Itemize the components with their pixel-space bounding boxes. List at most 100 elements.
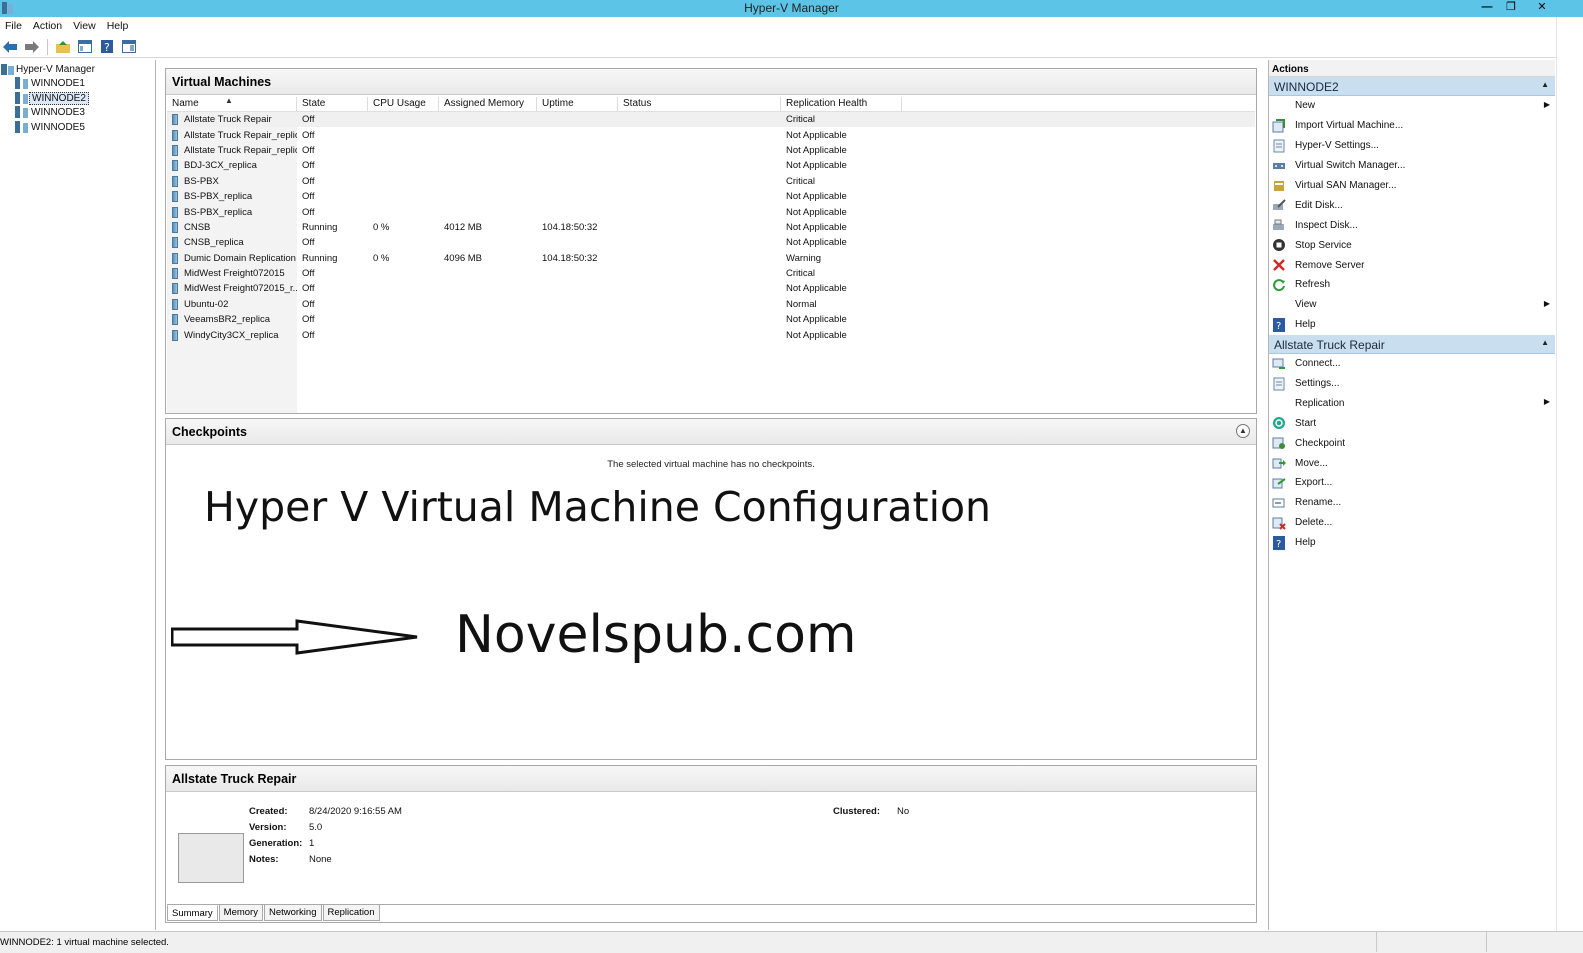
vm-action-delete[interactable]: Delete...: [1269, 513, 1555, 533]
tab-networking[interactable]: Networking: [263, 905, 322, 921]
vm-thumbnail[interactable]: [178, 833, 244, 883]
vm-name-cell: Dumic Domain Replication: [167, 252, 297, 264]
host-section-title: WINNODE2: [1274, 80, 1339, 94]
tree-node-winnode3[interactable]: WINNODE3: [15, 105, 87, 119]
vm-state-cell: Running: [302, 221, 338, 233]
tab-replication[interactable]: Replication: [322, 905, 380, 921]
vm-row[interactable]: Dumic Domain Replication Running 0 % 4096 M…: [167, 251, 1255, 266]
vm-replication-cell: Not Applicable: [786, 160, 847, 172]
restore-button[interactable]: ❐: [1499, 0, 1523, 16]
host-action-stop-service[interactable]: Stop Service: [1269, 235, 1555, 255]
vm-row[interactable]: CNSB_replica Off Not Applicable: [167, 235, 1255, 250]
column-header-status[interactable]: Status: [618, 97, 781, 111]
virtual-machine-icon: [172, 268, 178, 280]
host-action-refresh[interactable]: Refresh: [1269, 275, 1555, 295]
column-header-cpu-usage[interactable]: CPU Usage: [368, 97, 439, 111]
column-header-state[interactable]: State: [297, 97, 368, 111]
vm-replication-cell: Critical: [786, 114, 816, 126]
menu-action[interactable]: Action: [28, 17, 68, 36]
vm-row[interactable]: Allstate Truck Repair_replica Off Not Appl…: [167, 143, 1255, 158]
vm-state-cell: Off: [302, 114, 315, 126]
vm-action-start[interactable]: Start: [1269, 413, 1555, 433]
collapse-checkpoints-button[interactable]: ▲: [1236, 424, 1250, 438]
show-hide-action-pane-button[interactable]: [120, 38, 138, 55]
host-action-edit-disk[interactable]: Edit Disk...: [1269, 195, 1555, 215]
window-title: Hyper-V Manager: [744, 1, 839, 15]
host-action-virtual-switch-manager[interactable]: Virtual Switch Manager...: [1269, 156, 1555, 176]
column-header-replication-health[interactable]: Replication Health: [781, 97, 902, 111]
actions-section-vm[interactable]: Allstate Truck Repair ▲: [1269, 334, 1555, 354]
vm-row[interactable]: BS-PBX_replica Off Not Applicable: [167, 189, 1255, 204]
column-header-name[interactable]: Name ▲: [167, 96, 297, 111]
menu-file[interactable]: File: [0, 17, 28, 36]
version-label: Version:: [249, 822, 287, 833]
created-label: Created:: [249, 806, 288, 817]
vm-row[interactable]: Ubuntu-02 Off Normal: [167, 297, 1255, 312]
checkpoint-icon: [1272, 436, 1286, 450]
minimize-button[interactable]: —: [1475, 0, 1499, 16]
vm-row[interactable]: BS-PBX_replica Off Not Applicable: [167, 204, 1255, 219]
actions-section-host[interactable]: WINNODE2 ▲: [1269, 77, 1555, 96]
vm-action-settings[interactable]: Settings...: [1269, 374, 1555, 394]
action-label: Export...: [1295, 477, 1333, 489]
generation-value: 1: [309, 838, 315, 849]
tree-root-label: Hyper-V Manager: [16, 63, 95, 75]
tree-node-winnode1[interactable]: WINNODE1: [15, 76, 87, 90]
action-label: Import Virtual Machine...: [1295, 120, 1404, 132]
tab-memory[interactable]: Memory: [218, 905, 263, 921]
menu-help[interactable]: Help: [102, 17, 135, 36]
tab-summary[interactable]: Summary: [167, 905, 218, 921]
vm-row[interactable]: MidWest Freight072015_r... Off Not Applica…: [167, 281, 1255, 296]
host-action-hyper-v-settings[interactable]: Hyper-V Settings...: [1269, 136, 1555, 156]
host-action-view[interactable]: View ▶: [1269, 295, 1555, 315]
vm-action-help[interactable]: ? Help: [1269, 533, 1555, 553]
action-label: Move...: [1295, 457, 1328, 469]
collapse-up-icon: ▲: [1541, 80, 1549, 89]
help-toolbar-button[interactable]: ?: [98, 38, 116, 55]
close-button[interactable]: ✕: [1523, 0, 1561, 16]
vm-action-rename[interactable]: Rename...: [1269, 493, 1555, 513]
vm-action-export[interactable]: Export...: [1269, 473, 1555, 493]
tree-node-winnode5[interactable]: WINNODE5: [15, 120, 87, 134]
clustered-label: Clustered:: [833, 806, 880, 817]
status-text: WINNODE2: 1 virtual machine selected.: [0, 937, 169, 948]
host-action-inspect-disk[interactable]: Inspect Disk...: [1269, 215, 1555, 235]
tree-root-hyper-v-manager[interactable]: Hyper-V Manager: [1, 62, 97, 76]
column-header-assigned-memory[interactable]: Assigned Memory: [439, 97, 537, 111]
vm-table-header: Name ▲ State CPU Usage Assigned Memory Up…: [167, 96, 1255, 112]
menu-view[interactable]: View: [68, 17, 102, 36]
back-button[interactable]: [1, 38, 19, 55]
vm-action-replication[interactable]: Replication ▶: [1269, 393, 1555, 413]
up-folder-button[interactable]: [54, 38, 72, 55]
vm-action-checkpoint[interactable]: Checkpoint: [1269, 433, 1555, 453]
virtual-machine-icon: [172, 329, 178, 341]
forward-button[interactable]: [23, 38, 41, 55]
vm-name-cell: WindyCity3CX_replica: [167, 329, 297, 341]
vm-row[interactable]: WindyCity3CX_replica Off Not Applicable: [167, 327, 1255, 342]
host-action-help[interactable]: ? Help: [1269, 315, 1555, 335]
navigation-tree: Hyper-V Manager WINNODE1 WINNODE2 WINNOD…: [0, 60, 156, 930]
tree-node-label: WINNODE1: [31, 77, 85, 89]
svg-text:?: ?: [1276, 539, 1281, 550]
vm-cpu-cell: 0 %: [373, 252, 390, 264]
vm-row[interactable]: BDJ-3CX_replica Off Not Applicable: [167, 158, 1255, 173]
tree-node-winnode2[interactable]: WINNODE2: [15, 91, 89, 105]
column-header-uptime[interactable]: Uptime: [537, 97, 618, 111]
vm-row[interactable]: Allstate Truck Repair_replica Off Not Appl…: [167, 127, 1255, 142]
vm-state-cell: Off: [302, 129, 315, 141]
settings-icon: [1272, 139, 1286, 153]
vm-row[interactable]: CNSB Running 0 % 4012 MB 104.18:50:32 Not App…: [167, 220, 1255, 235]
show-hide-tree-button[interactable]: [76, 38, 94, 55]
vm-row[interactable]: BS-PBX Off Critical: [167, 174, 1255, 189]
host-action-new[interactable]: New ▶: [1269, 96, 1555, 116]
host-action-remove-server[interactable]: Remove Server: [1269, 255, 1555, 275]
action-label: Virtual Switch Manager...: [1295, 160, 1406, 172]
host-action-import-virtual-machine[interactable]: Import Virtual Machine...: [1269, 116, 1555, 136]
vm-row[interactable]: VeeamsBR2_replica Off Not Applicable: [167, 312, 1255, 327]
vm-action-move[interactable]: Move...: [1269, 453, 1555, 473]
vm-action-connect[interactable]: Connect...: [1269, 354, 1555, 374]
vm-row[interactable]: Allstate Truck Repair Off Critical: [167, 112, 1255, 128]
host-action-virtual-san-manager[interactable]: Virtual SAN Manager...: [1269, 176, 1555, 196]
action-label: Edit Disk...: [1295, 199, 1343, 211]
vm-row[interactable]: MidWest Freight072015 Off Critical: [167, 266, 1255, 281]
